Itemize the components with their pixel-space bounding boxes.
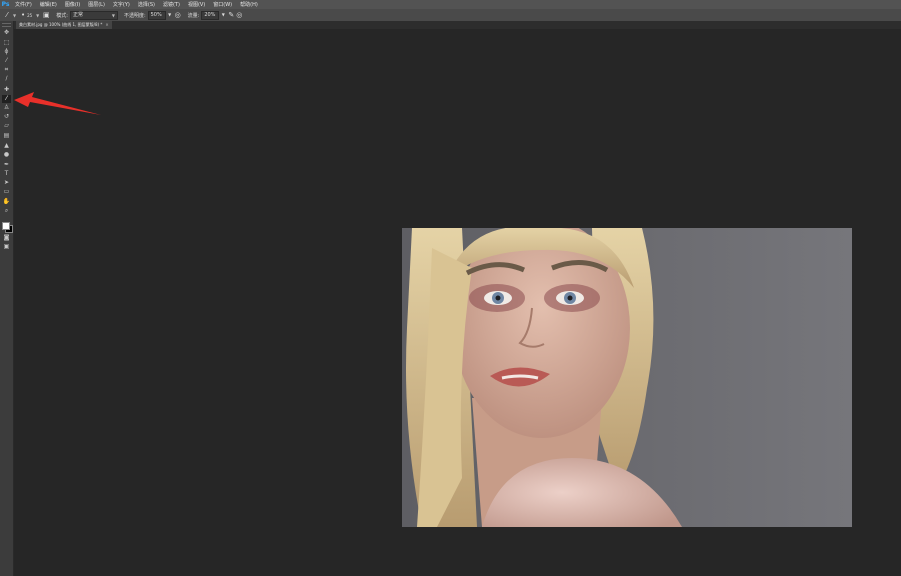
clone-stamp-icon[interactable]: ♙ <box>2 104 11 112</box>
brush-size-value: 25 <box>27 12 33 18</box>
brush-tip-icon: • <box>21 11 26 19</box>
document-tab-label: 美白素材.jpg @ 100% (曲线 1, 图层蒙版/8) * <box>19 22 103 27</box>
crop-icon[interactable]: ⌗ <box>2 66 11 74</box>
chevron-down-icon[interactable]: ▼ <box>166 11 174 19</box>
marquee-icon[interactable]: ⬚ <box>2 39 11 47</box>
chevron-down-icon: ▼ <box>36 12 40 18</box>
opacity-group: 不透明度: 50% ▼ ◎ <box>123 10 182 20</box>
brush-panel-icon: ▣ <box>42 11 50 19</box>
tool-preset-picker[interactable]: ⁄ ▼ <box>3 11 16 19</box>
gradient-icon[interactable]: ▤ <box>2 132 11 140</box>
hand-icon[interactable]: ✋ <box>2 198 11 206</box>
close-icon[interactable]: × <box>105 21 108 29</box>
brush-icon[interactable]: ⁄ <box>2 95 11 103</box>
tools-panel: ✥ ⬚ ϕ ⁄ ⌗ ∕ ✚ ⁄ ♙ ↺ ▱ ▤ ▲ ● ✒ T ➤ ▭ ✋ ⌕ … <box>0 21 14 576</box>
menu-help[interactable]: 帮助(H) <box>236 1 262 8</box>
menu-layer[interactable]: 图层(L) <box>84 1 109 8</box>
menu-bar: Ps 文件(F) 编辑(E) 图像(I) 图层(L) 文字(Y) 选择(S) 滤… <box>0 0 901 9</box>
chevron-down-icon[interactable]: ▼ <box>219 11 227 19</box>
quick-mask-icon[interactable]: ◙ <box>2 234 11 242</box>
history-brush-icon[interactable]: ↺ <box>2 113 11 121</box>
brush-panel-toggle[interactable]: ▣ <box>42 11 50 19</box>
chevron-down-icon: ▼ <box>111 12 115 18</box>
flow-group: 流量: 20% ▼ ✎ ◎ <box>187 10 244 20</box>
menu-file[interactable]: 文件(F) <box>11 1 36 8</box>
opacity-value: 50% <box>150 11 162 18</box>
pressure-opacity-icon[interactable]: ◎ <box>174 11 182 19</box>
document-tab[interactable]: 美白素材.jpg @ 100% (曲线 1, 图层蒙版/8) * × <box>16 21 112 29</box>
pen-icon[interactable]: ✒ <box>2 161 11 169</box>
foreground-color-swatch[interactable] <box>2 222 10 230</box>
mode-select[interactable]: 正常 ▼ <box>69 10 118 20</box>
menu-image[interactable]: 图像(I) <box>61 1 84 8</box>
blur-icon[interactable]: ▲ <box>2 142 11 150</box>
screen-mode-icon[interactable]: ▣ <box>2 243 11 251</box>
zoom-icon[interactable]: ⌕ <box>2 207 11 215</box>
panel-grip[interactable] <box>2 23 11 27</box>
lasso-icon[interactable]: ϕ <box>2 48 11 56</box>
quick-select-icon[interactable]: ⁄ <box>2 57 11 65</box>
dodge-icon[interactable]: ● <box>2 151 11 159</box>
brush-icon: ⁄ <box>6 11 8 19</box>
shape-icon[interactable]: ▭ <box>2 188 11 196</box>
airbrush-icon[interactable]: ✎ <box>227 11 235 19</box>
flow-label: 流量: <box>187 12 200 19</box>
path-select-icon[interactable]: ➤ <box>2 179 11 187</box>
document-tab-bar: 美白素材.jpg @ 100% (曲线 1, 图层蒙版/8) * × <box>14 21 901 29</box>
opacity-label: 不透明度: <box>123 12 146 19</box>
move-icon[interactable]: ✥ <box>2 29 11 37</box>
mode-group: 模式: 正常 ▼ <box>56 10 118 20</box>
flow-value: 20% <box>204 11 216 18</box>
portrait-photo <box>402 228 852 527</box>
menu-select[interactable]: 选择(S) <box>134 1 159 8</box>
eyedropper-icon[interactable]: ∕ <box>2 75 11 83</box>
menu-view[interactable]: 视图(V) <box>184 1 209 8</box>
menu-filter[interactable]: 滤镜(T) <box>159 1 184 8</box>
menu-type[interactable]: 文字(Y) <box>109 1 134 8</box>
chevron-down-icon: ▼ <box>13 12 17 18</box>
opacity-input[interactable]: 50% <box>147 10 166 20</box>
brush-size-picker[interactable]: • 25 ▼ <box>19 11 39 19</box>
photoshop-logo: Ps <box>1 1 10 8</box>
canvas-image[interactable] <box>402 228 852 527</box>
type-icon[interactable]: T <box>2 170 11 178</box>
pressure-size-icon[interactable]: ◎ <box>235 11 243 19</box>
eraser-icon[interactable]: ▱ <box>2 122 11 130</box>
menu-edit[interactable]: 编辑(E) <box>36 1 61 8</box>
menu-window[interactable]: 窗口(W) <box>209 1 236 8</box>
flow-input[interactable]: 20% <box>201 10 220 20</box>
healing-icon[interactable]: ✚ <box>2 86 11 94</box>
mode-value: 正常 <box>72 11 83 18</box>
mode-label: 模式: <box>56 12 68 19</box>
